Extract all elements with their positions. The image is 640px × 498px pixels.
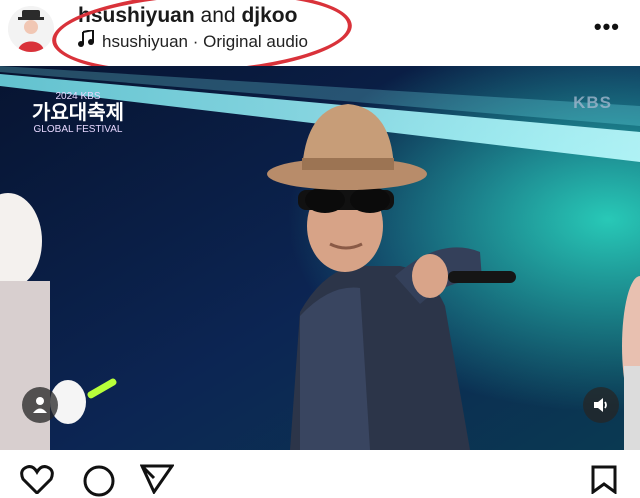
event-logo: 2024 KBS 가요대축제 GLOBAL FESTIVAL (32, 91, 124, 135)
author-secondary[interactable]: djkoo (241, 4, 297, 27)
post-actions-bar (0, 450, 640, 497)
speaker-icon (592, 396, 610, 414)
audio-attribution[interactable]: hsushiyuan · Original audio (78, 28, 309, 53)
audio-label: hsushiyuan · Original audio (102, 31, 309, 51)
send-icon[interactable] (140, 464, 174, 494)
post-header: hsushiyuan and djkoo hsushiyuan · Origin… (0, 0, 640, 66)
author-primary[interactable]: hsushiyuan (78, 4, 195, 27)
music-note-icon (78, 28, 94, 53)
user-tag-button[interactable] (22, 387, 58, 423)
authors-joiner: and (200, 4, 236, 27)
post-authors: hsushiyuan and djkoo (78, 4, 297, 28)
broadcast-watermark: KBS (573, 93, 612, 112)
comment-icon[interactable] (82, 464, 116, 498)
user-tag-icon (31, 396, 49, 414)
event-logo-year: 2024 KBS (55, 91, 101, 102)
event-logo-subtitle: GLOBAL FESTIVAL (33, 124, 123, 135)
bookmark-icon[interactable] (590, 464, 618, 494)
event-logo-title: 가요대축제 (32, 102, 124, 124)
video-player[interactable]: 2024 KBS 가요대축제 GLOBAL FESTIVAL KBS (0, 66, 640, 450)
more-options-icon[interactable]: ••• (594, 14, 620, 40)
sound-toggle-button[interactable] (583, 387, 619, 423)
heart-icon[interactable] (20, 464, 54, 494)
avatar[interactable] (8, 6, 54, 52)
